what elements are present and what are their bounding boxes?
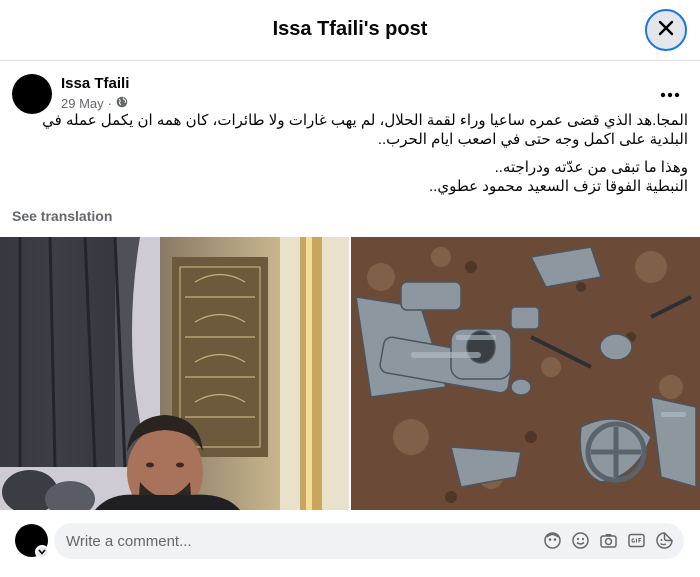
comment-tools: [543, 531, 674, 550]
chevron-down-icon[interactable]: [35, 545, 49, 559]
comment-placeholder: Write a comment...: [66, 532, 192, 550]
comment-composer: Write a comment...: [0, 510, 700, 577]
post-date[interactable]: 29 May: [61, 96, 104, 111]
author-name[interactable]: Issa Tfaili: [61, 75, 129, 92]
post-paragraph-2-line-1: وهذا ما تبقى من عدّته ودراجته..: [494, 159, 688, 176]
post-paragraph-2-line-2: النبطية الفوقا تزف السعيد محمود عطوي..: [429, 178, 688, 195]
author-avatar[interactable]: [12, 74, 52, 114]
globe-icon[interactable]: [116, 96, 128, 111]
photo-debris[interactable]: [351, 237, 700, 510]
photo-portrait[interactable]: [0, 237, 349, 510]
meta-separator: ·: [107, 96, 112, 111]
more-options-icon: [660, 85, 680, 103]
dialog-title: Issa Tfaili's post: [272, 18, 428, 40]
post-paragraph-1: المجا.هد الذي قضى عمره ساعيا وراء لقمة ا…: [42, 112, 688, 148]
post-body: المجا.هد الذي قضى عمره ساعيا وراء لقمة ا…: [12, 111, 688, 196]
gif-icon[interactable]: [627, 531, 646, 550]
see-translation-link[interactable]: See translation: [12, 208, 112, 224]
emoji-icon[interactable]: [571, 531, 590, 550]
close-icon: [656, 18, 676, 43]
comment-input[interactable]: Write a comment...: [54, 523, 684, 559]
dialog-header: Issa Tfaili's post: [0, 0, 700, 61]
more-options-button[interactable]: [652, 76, 688, 112]
camera-icon[interactable]: [599, 531, 618, 550]
avatar-sticker-icon[interactable]: [543, 531, 562, 550]
post-photos: [0, 237, 700, 510]
sticker-icon[interactable]: [655, 531, 674, 550]
close-button[interactable]: [645, 9, 687, 51]
post-meta: 29 May ·: [61, 96, 128, 111]
post-header: Issa Tfaili 29 May ·: [12, 72, 688, 116]
